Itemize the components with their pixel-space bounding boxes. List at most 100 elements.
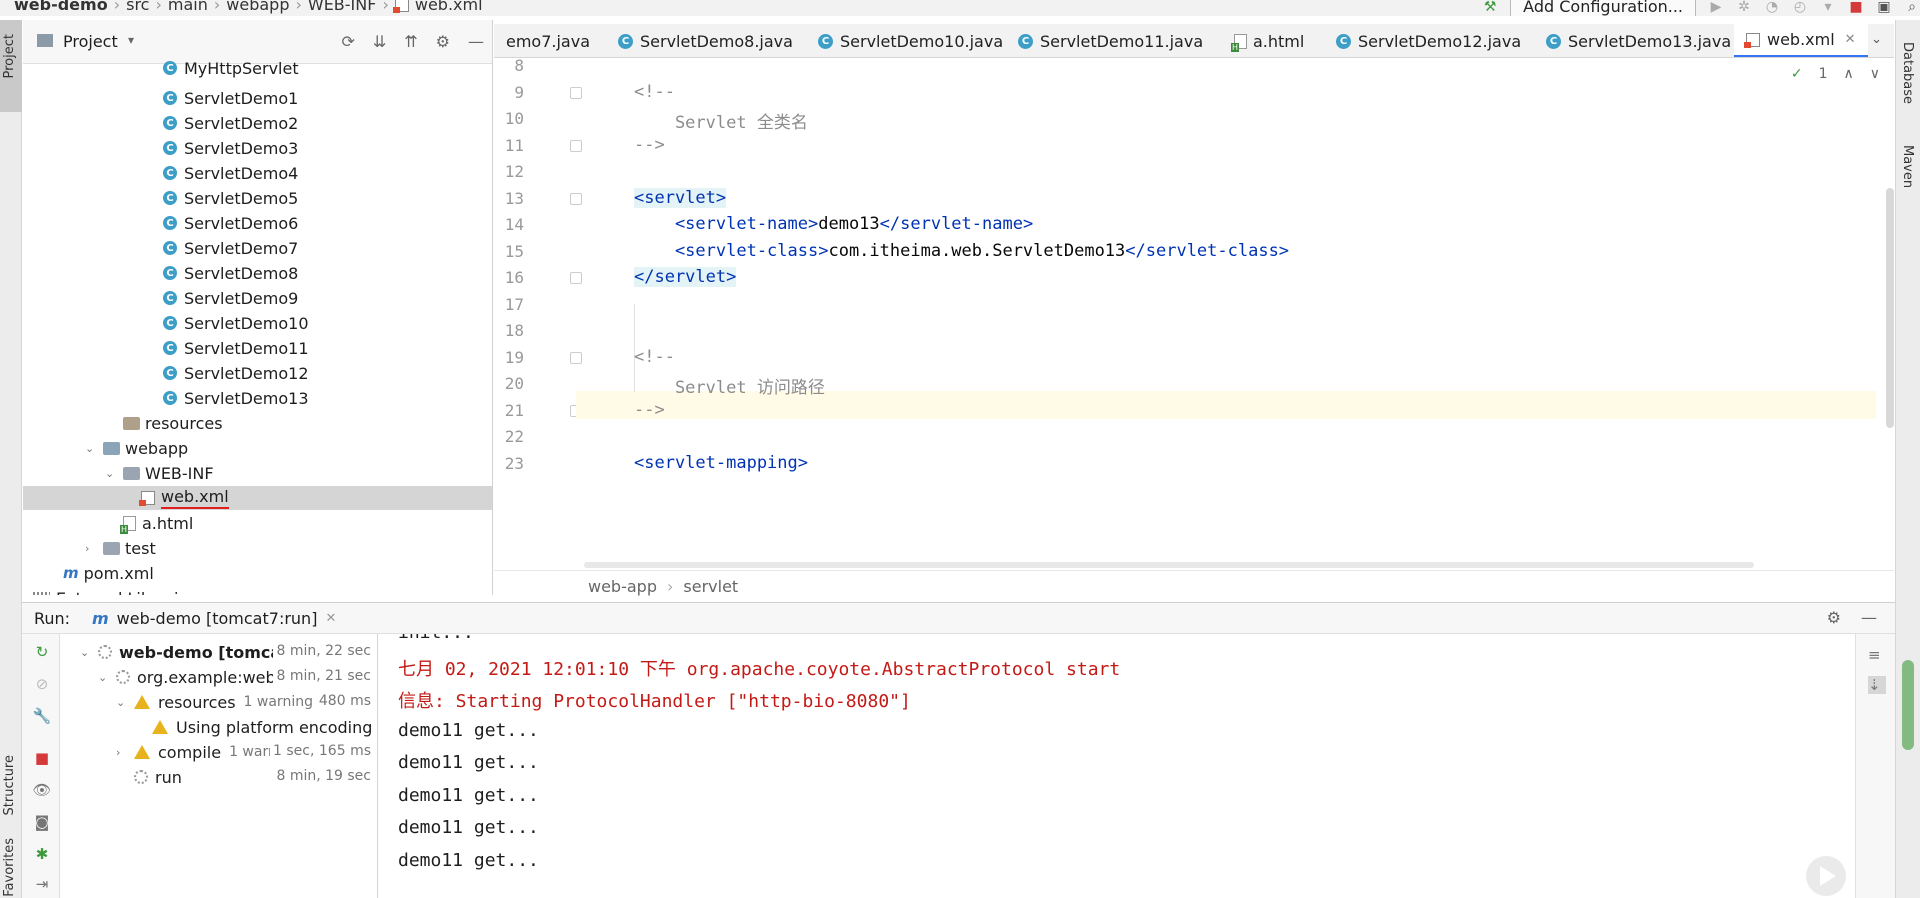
chevron-right-icon[interactable]: ›	[23, 592, 29, 596]
chevron-down-icon[interactable]: ⌄	[116, 696, 130, 709]
gear-icon[interactable]: ⚙	[1827, 608, 1841, 627]
play-overlay-icon[interactable]	[1806, 856, 1846, 896]
tree-item[interactable]: C ServletDemo13	[23, 386, 492, 410]
fold-marker-icon[interactable]	[570, 351, 582, 364]
more-run-options-icon[interactable]: ▾	[1820, 0, 1836, 15]
scroll-to-end-icon[interactable]: ⇣	[1868, 676, 1886, 694]
wrench-icon[interactable]: 🔧	[33, 707, 52, 725]
previous-highlight-icon[interactable]: ∧	[1844, 66, 1854, 82]
close-icon[interactable]: ✕	[325, 611, 336, 626]
collapse-all-icon[interactable]: ⇈	[404, 32, 417, 51]
project-tool-tab[interactable]: Project	[2, 34, 17, 78]
editor-breadcrumb-web-app[interactable]: web-app	[588, 577, 657, 596]
toggle-skip-icon[interactable]: ⊘	[34, 675, 50, 693]
tree-item[interactable]: C ServletDemo12	[23, 361, 492, 385]
profile-icon[interactable]: ◴	[1792, 0, 1808, 15]
editor-tab[interactable]: emo7.java	[494, 24, 602, 57]
chevron-right-icon[interactable]: ›	[116, 746, 130, 759]
breadcrumb-webapp[interactable]: webapp	[226, 0, 289, 14]
chevron-down-icon[interactable]: ⌄	[85, 442, 99, 455]
next-highlight-icon[interactable]: ∨	[1870, 66, 1880, 82]
build-hammer-icon[interactable]: ⚒	[1482, 0, 1498, 15]
tree-item[interactable]: › test	[23, 536, 492, 560]
tree-item[interactable]: C ServletDemo11	[23, 336, 492, 360]
chevron-right-icon[interactable]: ›	[85, 542, 99, 555]
editor-tab[interactable]: C ServletDemo11.java	[1006, 24, 1215, 57]
fold-marker-icon[interactable]	[570, 86, 582, 99]
inspection-check-icon[interactable]: ✓	[1791, 66, 1803, 82]
tree-item[interactable]: › External Libraries	[23, 586, 492, 596]
tree-item[interactable]: C ServletDemo10	[23, 311, 492, 335]
run-icon[interactable]: ▶	[1708, 0, 1724, 15]
editor-tab[interactable]: C ServletDemo13.java	[1534, 24, 1743, 57]
editor-breadcrumb-servlet[interactable]: servlet	[683, 577, 738, 596]
fold-marker-icon[interactable]	[570, 192, 582, 205]
tree-item[interactable]: C ServletDemo2	[23, 111, 492, 135]
build-tree-item[interactable]: run	[116, 765, 182, 789]
sync-icon[interactable]: ⟳	[341, 32, 354, 51]
tree-item[interactable]: C ServletDemo5	[23, 186, 492, 210]
tree-item[interactable]: a.html	[23, 511, 492, 535]
tab-list-chevron-icon[interactable]: ⌄	[1871, 32, 1882, 47]
fold-marker-icon[interactable]	[570, 272, 582, 284]
gear-icon[interactable]: ⚙	[436, 32, 450, 51]
add-configuration-button[interactable]: Add Configuration...	[1510, 0, 1696, 16]
editor-tab[interactable]: C ServletDemo8.java	[606, 24, 805, 57]
breadcrumb-web-inf[interactable]: WEB-INF	[308, 0, 377, 14]
coverage-icon[interactable]: ◔	[1764, 0, 1780, 15]
tree-item[interactable]: web.xml	[23, 486, 492, 510]
editor-vertical-scrollbar[interactable]	[1886, 188, 1894, 428]
chevron-down-icon[interactable]: ⌄	[105, 467, 119, 480]
tree-item[interactable]: C ServletDemo8	[23, 261, 492, 285]
project-structure-icon[interactable]: ▣	[1876, 0, 1892, 15]
breadcrumb-web-xml[interactable]: web.xml	[415, 0, 483, 14]
build-tree-item[interactable]: Using platform encoding (	[134, 715, 377, 739]
maven-tool-tab[interactable]: Maven	[1900, 145, 1915, 188]
run-config-tab[interactable]: m web-demo [tomcat7:run] ✕	[92, 609, 336, 628]
hide-icon[interactable]: —	[1861, 608, 1877, 627]
tree-item[interactable]: C MyHttpServlet	[23, 56, 492, 80]
breadcrumb-project[interactable]: web-demo	[14, 0, 108, 14]
close-icon[interactable]: ✕	[1845, 32, 1856, 47]
tree-item[interactable]: C ServletDemo1	[23, 86, 492, 110]
build-tree-item[interactable]: › compile 1 warni	[116, 740, 281, 764]
editor-tab[interactable]: web.xml ✕	[1734, 24, 1868, 57]
stop-icon[interactable]: ■	[34, 749, 50, 767]
console-output[interactable]: init... 七月 02, 2021 12:01:10 下午 org.apach…	[380, 634, 1845, 898]
tree-item[interactable]: m pom.xml	[23, 561, 492, 585]
exit-icon[interactable]: ⇥	[34, 875, 50, 893]
code-editor[interactable]: 8 9 10 11 12 13 14 15 16 17 18 19 20 21 22 23 <!-- Serv…	[494, 58, 1894, 568]
chevron-down-icon[interactable]: ⌄	[80, 646, 94, 659]
editor-tab[interactable]: C ServletDemo10.java	[806, 24, 1015, 57]
tree-item[interactable]: C ServletDemo9	[23, 286, 492, 310]
tree-item[interactable]: C ServletDemo7	[23, 236, 492, 260]
rerun-icon[interactable]: ↻	[34, 643, 50, 661]
editor-horizontal-scrollbar[interactable]	[584, 562, 1754, 568]
eye-icon[interactable]: 👁	[32, 781, 51, 799]
camera-icon[interactable]: ◙	[34, 813, 50, 831]
database-tool-tab[interactable]: Database	[1900, 42, 1915, 104]
editor-tab[interactable]: C ServletDemo12.java	[1324, 24, 1533, 57]
editor-tab[interactable]: a.html	[1222, 24, 1316, 57]
build-tree-item[interactable]: ⌄ org.example:web-de	[98, 665, 301, 689]
chevron-down-icon[interactable]: ⌄	[98, 671, 112, 684]
stop-icon[interactable]: ■	[1848, 0, 1864, 15]
tree-item[interactable]: C ServletDemo3	[23, 136, 492, 160]
tree-item[interactable]: C ServletDemo6	[23, 211, 492, 235]
search-icon[interactable]: ⌕	[1904, 0, 1920, 15]
soft-wrap-icon[interactable]: ≡	[1868, 646, 1886, 664]
build-tree-item[interactable]: ⌄ resources 1 warning	[116, 690, 313, 714]
hide-icon[interactable]: —	[468, 32, 484, 51]
favorites-tool-tab[interactable]: Favorites	[2, 838, 17, 897]
project-panel-title[interactable]: Project	[63, 32, 118, 51]
expand-all-icon[interactable]: ⇊	[373, 32, 386, 51]
structure-tool-tab[interactable]: Structure	[2, 755, 17, 815]
debug-bug-icon[interactable]: ✱	[34, 845, 50, 863]
debug-icon[interactable]: ✲	[1736, 0, 1752, 15]
breadcrumb-src[interactable]: src	[126, 0, 149, 14]
breadcrumb-main[interactable]: main	[168, 0, 208, 14]
chevron-down-icon[interactable]: ▾	[128, 33, 134, 47]
tree-item[interactable]: ⌄ webapp	[23, 436, 492, 460]
fold-marker-icon[interactable]	[570, 139, 582, 152]
tree-item[interactable]: C ServletDemo4	[23, 161, 492, 185]
